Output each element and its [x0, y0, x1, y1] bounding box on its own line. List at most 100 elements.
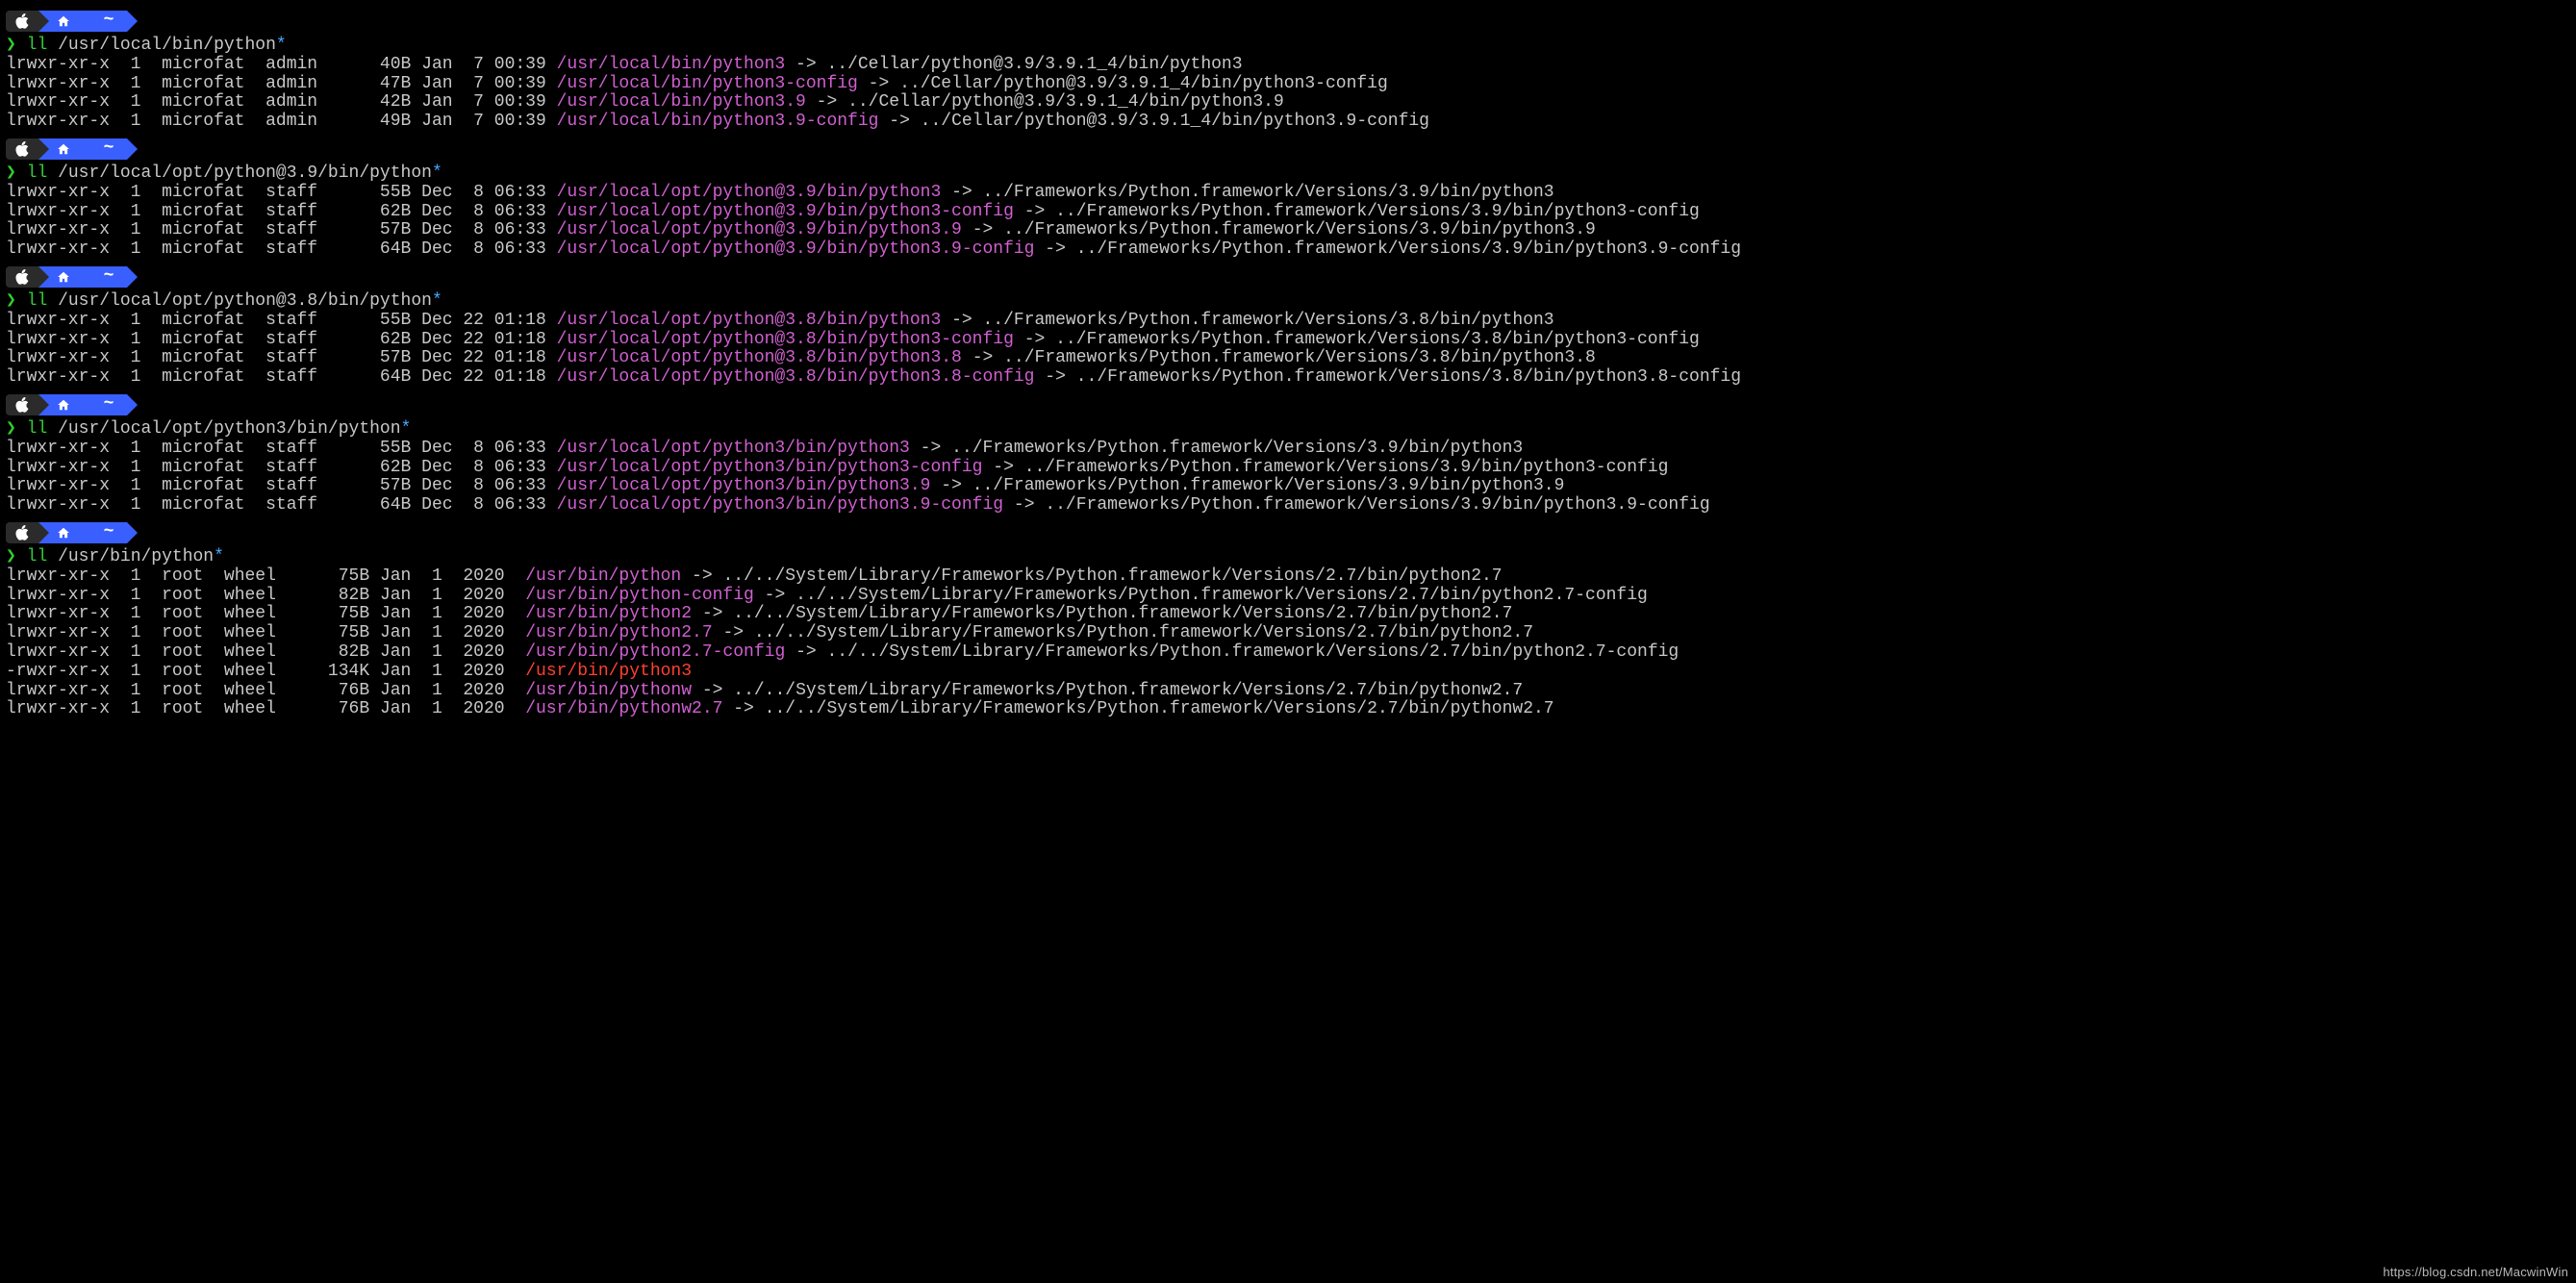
file-name: /usr/local/bin/python3-config: [557, 74, 858, 93]
file-name: /usr/bin/python2.7-config: [525, 642, 785, 662]
ls-output-line: lrwxr-xr-x 1 microfat staff 64B Dec 8 06…: [6, 496, 2570, 516]
prompt-chevron-icon: ❯: [6, 164, 16, 183]
ls-output-line: lrwxr-xr-x 1 microfat staff 62B Dec 22 0…: [6, 331, 2570, 350]
glob-star: *: [214, 547, 224, 566]
symlink-arrow-icon: ->: [1045, 239, 1066, 259]
symlink-arrow-icon: ->: [921, 439, 942, 458]
symlink-target: ../Frameworks/Python.framework/Versions/…: [1055, 202, 1700, 221]
symlink-arrow-icon: ->: [1024, 330, 1046, 349]
prompt-chevron-icon: ❯: [6, 36, 16, 55]
command-name: ll: [27, 36, 48, 55]
prompt-chevron-icon: ❯: [6, 291, 16, 311]
terminal-output[interactable]: ~❯ ll /usr/local/bin/python*lrwxr-xr-x 1…: [0, 0, 2576, 729]
file-name: /usr/bin/python: [525, 566, 681, 586]
file-name: /usr/local/opt/python3/bin/python3.9: [557, 476, 931, 495]
symlink-arrow-icon: ->: [869, 74, 890, 93]
file-name: /usr/local/opt/python@3.9/bin/python3.9: [557, 220, 962, 239]
ls-output-line: lrwxr-xr-x 1 root wheel 76B Jan 1 2020 /…: [6, 682, 2570, 701]
ls-output-line: lrwxr-xr-x 1 microfat staff 57B Dec 8 06…: [6, 221, 2570, 240]
symlink-arrow-icon: ->: [972, 348, 994, 367]
symlink-arrow-icon: ->: [889, 112, 910, 131]
command-block: ~ ❯ ll /usr/local/opt/python@3.9/bin/pyth…: [6, 138, 2570, 260]
watermark-text: https://blog.csdn.net/MacwinWin: [2383, 1266, 2568, 1279]
symlink-target: ../Frameworks/Python.framework/Versions/…: [983, 311, 1554, 330]
prompt-chevron-icon: ❯: [6, 547, 16, 566]
prompt-line[interactable]: ❯ ll /usr/local/bin/python*: [6, 37, 2570, 56]
symlink-target: ../Frameworks/Python.framework/Versions/…: [972, 476, 1565, 495]
file-name: /usr/bin/python2.7: [525, 623, 712, 642]
prompt-line[interactable]: ❯ ll /usr/local/opt/python@3.9/bin/pytho…: [6, 164, 2570, 184]
symlink-target: ../Frameworks/Python.framework/Versions/…: [983, 183, 1554, 202]
symlink-arrow-icon: ->: [941, 476, 962, 495]
glob-star: *: [432, 164, 442, 183]
symlink-target: ../Cellar/python@3.9/3.9.1_4/bin/python3: [826, 55, 1242, 74]
prompt-line[interactable]: ❯ ll /usr/bin/python*: [6, 548, 2570, 567]
ls-output-line: lrwxr-xr-x 1 microfat admin 42B Jan 7 00…: [6, 93, 2570, 113]
command-name: ll: [27, 419, 48, 439]
symlink-target: ../Cellar/python@3.9/3.9.1_4/bin/python3…: [921, 112, 1429, 131]
symlink-arrow-icon: ->: [817, 92, 838, 112]
prompt-badge: ~: [6, 393, 2570, 416]
symlink-target: ../../System/Library/Frameworks/Python.f…: [765, 699, 1554, 718]
file-name: /usr/local/bin/python3.9: [557, 92, 806, 112]
ls-output-line: lrwxr-xr-x 1 microfat staff 62B Dec 8 06…: [6, 203, 2570, 222]
prompt-badge: ~: [6, 265, 2570, 289]
file-name: /usr/bin/python-config: [525, 586, 754, 605]
file-name: /usr/local/opt/python@3.8/bin/python3.8: [557, 348, 962, 367]
file-name: /usr/bin/python3: [525, 662, 692, 681]
symlink-arrow-icon: ->: [702, 604, 723, 623]
command-arg: /usr/local/bin/python: [58, 36, 276, 55]
symlink-target: ../../System/Library/Frameworks/Python.f…: [796, 586, 1648, 605]
symlink-target: ../Frameworks/Python.framework/Versions/…: [1076, 239, 1741, 259]
command-block: ~ ❯ ll /usr/local/opt/python3/bin/python*…: [6, 393, 2570, 516]
symlink-target: ../Frameworks/Python.framework/Versions/…: [1055, 330, 1700, 349]
symlink-arrow-icon: ->: [1045, 367, 1066, 387]
symlink-arrow-icon: ->: [722, 623, 744, 642]
ls-output-line: lrwxr-xr-x 1 root wheel 75B Jan 1 2020 /…: [6, 567, 2570, 587]
symlink-target: ../Cellar/python@3.9/3.9.1_4/bin/python3…: [899, 74, 1388, 93]
ls-output-line: lrwxr-xr-x 1 root wheel 76B Jan 1 2020 /…: [6, 700, 2570, 719]
symlink-arrow-icon: ->: [796, 642, 817, 662]
symlink-target: ../Frameworks/Python.framework/Versions/…: [1024, 458, 1669, 477]
symlink-arrow-icon: ->: [692, 566, 713, 586]
symlink-arrow-icon: ->: [972, 220, 994, 239]
file-name: /usr/local/bin/python3: [557, 55, 786, 74]
prompt-chevron-icon: ❯: [6, 419, 16, 439]
prompt-badge: ~: [6, 138, 2570, 161]
ls-output-line: lrwxr-xr-x 1 root wheel 75B Jan 1 2020 /…: [6, 624, 2570, 643]
command-name: ll: [27, 291, 48, 311]
symlink-target: ../Frameworks/Python.framework/Versions/…: [1045, 495, 1709, 515]
symlink-target: ../../System/Library/Frameworks/Python.f…: [826, 642, 1679, 662]
prompt-badge: ~: [6, 10, 2570, 33]
command-arg: /usr/local/opt/python@3.8/bin/python: [58, 291, 432, 311]
ls-output-line: lrwxr-xr-x 1 microfat staff 64B Dec 22 0…: [6, 368, 2570, 388]
ls-output-line: lrwxr-xr-x 1 microfat staff 55B Dec 8 06…: [6, 184, 2570, 203]
prompt-line[interactable]: ❯ ll /usr/local/opt/python3/bin/python*: [6, 420, 2570, 440]
file-name: /usr/local/opt/python@3.8/bin/python3: [557, 311, 942, 330]
symlink-arrow-icon: ->: [993, 458, 1014, 477]
ls-output-line: lrwxr-xr-x 1 root wheel 75B Jan 1 2020 /…: [6, 605, 2570, 624]
ls-output-line: lrwxr-xr-x 1 microfat staff 57B Dec 8 06…: [6, 477, 2570, 496]
ls-output-line: lrwxr-xr-x 1 root wheel 82B Jan 1 2020 /…: [6, 587, 2570, 606]
file-name: /usr/local/opt/python3/bin/python3: [557, 439, 910, 458]
apple-logo-icon: [6, 138, 38, 160]
prompt-line[interactable]: ❯ ll /usr/local/opt/python@3.8/bin/pytho…: [6, 292, 2570, 312]
file-name: /usr/bin/pythonw2.7: [525, 699, 722, 718]
file-name: /usr/local/opt/python3/bin/python3-confi…: [557, 458, 983, 477]
file-name: /usr/bin/python2: [525, 604, 692, 623]
symlink-target: ../Frameworks/Python.framework/Versions/…: [1076, 367, 1741, 387]
file-name: /usr/local/opt/python@3.9/bin/python3.9-…: [557, 239, 1035, 259]
command-arg: /usr/bin/python: [58, 547, 214, 566]
file-name: /usr/local/opt/python@3.9/bin/python3: [557, 183, 942, 202]
symlink-target: ../Frameworks/Python.framework/Versions/…: [951, 439, 1523, 458]
command-block: ~❯ ll /usr/bin/python*lrwxr-xr-x 1 root …: [6, 521, 2570, 719]
symlink-arrow-icon: ->: [1024, 202, 1046, 221]
ls-output-line: lrwxr-xr-x 1 microfat admin 49B Jan 7 00…: [6, 113, 2570, 132]
apple-logo-icon: [6, 394, 38, 415]
symlink-target: ../Cellar/python@3.9/3.9.1_4/bin/python3…: [847, 92, 1284, 112]
glob-star: *: [401, 419, 412, 439]
apple-logo-icon: [6, 11, 38, 32]
ls-output-line: -rwxr-xr-x 1 root wheel 134K Jan 1 2020 …: [6, 663, 2570, 682]
ls-output-line: lrwxr-xr-x 1 microfat admin 47B Jan 7 00…: [6, 75, 2570, 94]
ls-output-line: lrwxr-xr-x 1 microfat staff 57B Dec 22 0…: [6, 349, 2570, 368]
